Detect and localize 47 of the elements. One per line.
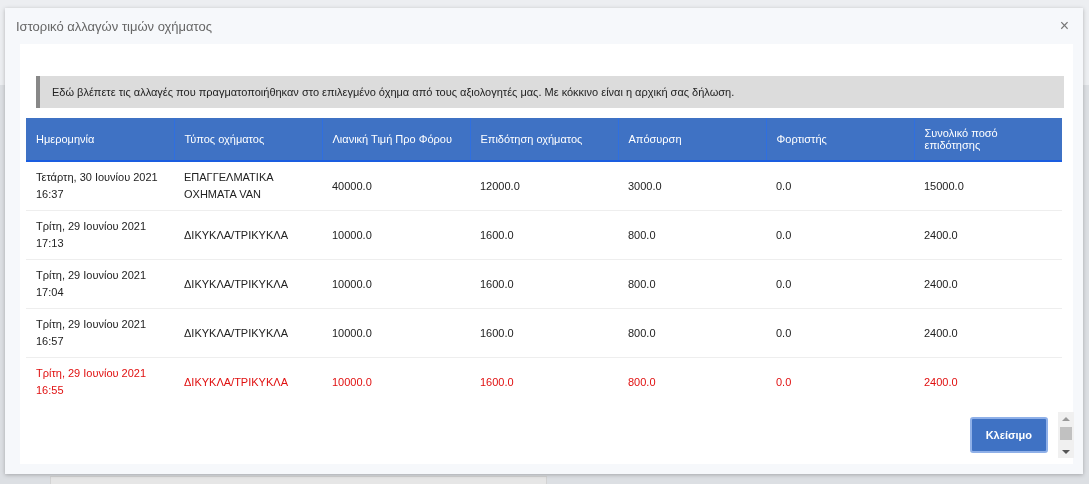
table-cell: 800.0 bbox=[618, 259, 766, 309]
table-cell: 1600.0 bbox=[470, 210, 618, 260]
table-cell: 1600.0 bbox=[470, 259, 618, 309]
close-button[interactable]: × bbox=[1059, 17, 1069, 35]
scrollbar[interactable] bbox=[1058, 412, 1074, 458]
table-cell: 800.0 bbox=[618, 210, 766, 260]
table-cell: Τρίτη, 29 Ιουνίου 2021 16:55 bbox=[26, 357, 174, 406]
table-cell: 10000.0 bbox=[322, 357, 470, 406]
column-header: Ημερομηνία bbox=[26, 118, 174, 161]
table-cell: Τετάρτη, 30 Ιουνίου 2021 16:37 bbox=[26, 161, 174, 211]
table-cell: 12000.0 bbox=[470, 161, 618, 211]
column-header: Τύπος οχήματος bbox=[174, 118, 322, 161]
table-cell: 2400.0 bbox=[914, 357, 1062, 406]
column-header: Επιδότηση οχήματος bbox=[470, 118, 618, 161]
table-cell: 1600.0 bbox=[470, 357, 618, 406]
table-cell: 800.0 bbox=[618, 308, 766, 358]
column-header: Λιανική Τιμή Προ Φόρου bbox=[322, 118, 470, 161]
table-cell: 0.0 bbox=[766, 210, 914, 260]
table-cell: 2400.0 bbox=[914, 210, 1062, 260]
table-cell: ΔΙΚΥΚΛΑ/ΤΡΙΚΥΚΛΑ bbox=[174, 308, 322, 358]
table-cell: 1600.0 bbox=[470, 308, 618, 358]
table-cell: 3000.0 bbox=[618, 161, 766, 211]
dialog-title: Ιστορικό αλλαγών τιμών οχήματος bbox=[16, 18, 213, 34]
table-cell: 10000.0 bbox=[322, 308, 470, 358]
table-cell: 0.0 bbox=[766, 161, 914, 211]
table-cell: 40000.0 bbox=[322, 161, 470, 211]
table-cell: 0.0 bbox=[766, 259, 914, 309]
table-cell: ΕΠΑΓΓΕΛΜΑΤΙΚΑ ΟΧΗΜΑΤΑ VAN bbox=[174, 161, 322, 211]
close-dialog-button[interactable]: Κλείσιμο bbox=[969, 417, 1048, 453]
table-cell: 2400.0 bbox=[914, 308, 1062, 358]
table-cell: 15000.0 bbox=[914, 161, 1062, 211]
table-cell: 800.0 bbox=[618, 357, 766, 406]
table-cell: 2400.0 bbox=[914, 259, 1062, 309]
column-header: Φορτιστής bbox=[766, 118, 914, 161]
table-cell: Τρίτη, 29 Ιουνίου 2021 17:04 bbox=[26, 259, 174, 309]
table-cell: 0.0 bbox=[766, 308, 914, 358]
table-cell: ΔΙΚΥΚΛΑ/ΤΡΙΚΥΚΛΑ bbox=[174, 357, 322, 406]
info-notice: Εδώ βλέπετε τις αλλαγές που πραγματοποιήθηκαν στο επιλεγμένο όχημα από τους αξιολογητές μας. Με κόκκινο είναι η αρχική σας δήλωση. bbox=[36, 76, 1064, 108]
table-cell: Τρίτη, 29 Ιουνίου 2021 16:57 bbox=[26, 308, 174, 358]
table-cell: ΔΙΚΥΚΛΑ/ΤΡΙΚΥΚΛΑ bbox=[174, 259, 322, 309]
table-cell: Τρίτη, 29 Ιουνίου 2021 17:13 bbox=[26, 210, 174, 260]
table-cell: ΔΙΚΥΚΛΑ/ΤΡΙΚΥΚΛΑ bbox=[174, 210, 322, 260]
table-cell: 0.0 bbox=[766, 357, 914, 406]
table-cell: 10000.0 bbox=[322, 210, 470, 260]
table-cell: 10000.0 bbox=[322, 259, 470, 309]
column-header: Συνολικό ποσό επιδότησης bbox=[914, 118, 1062, 161]
column-header: Απόσυρση bbox=[618, 118, 766, 161]
